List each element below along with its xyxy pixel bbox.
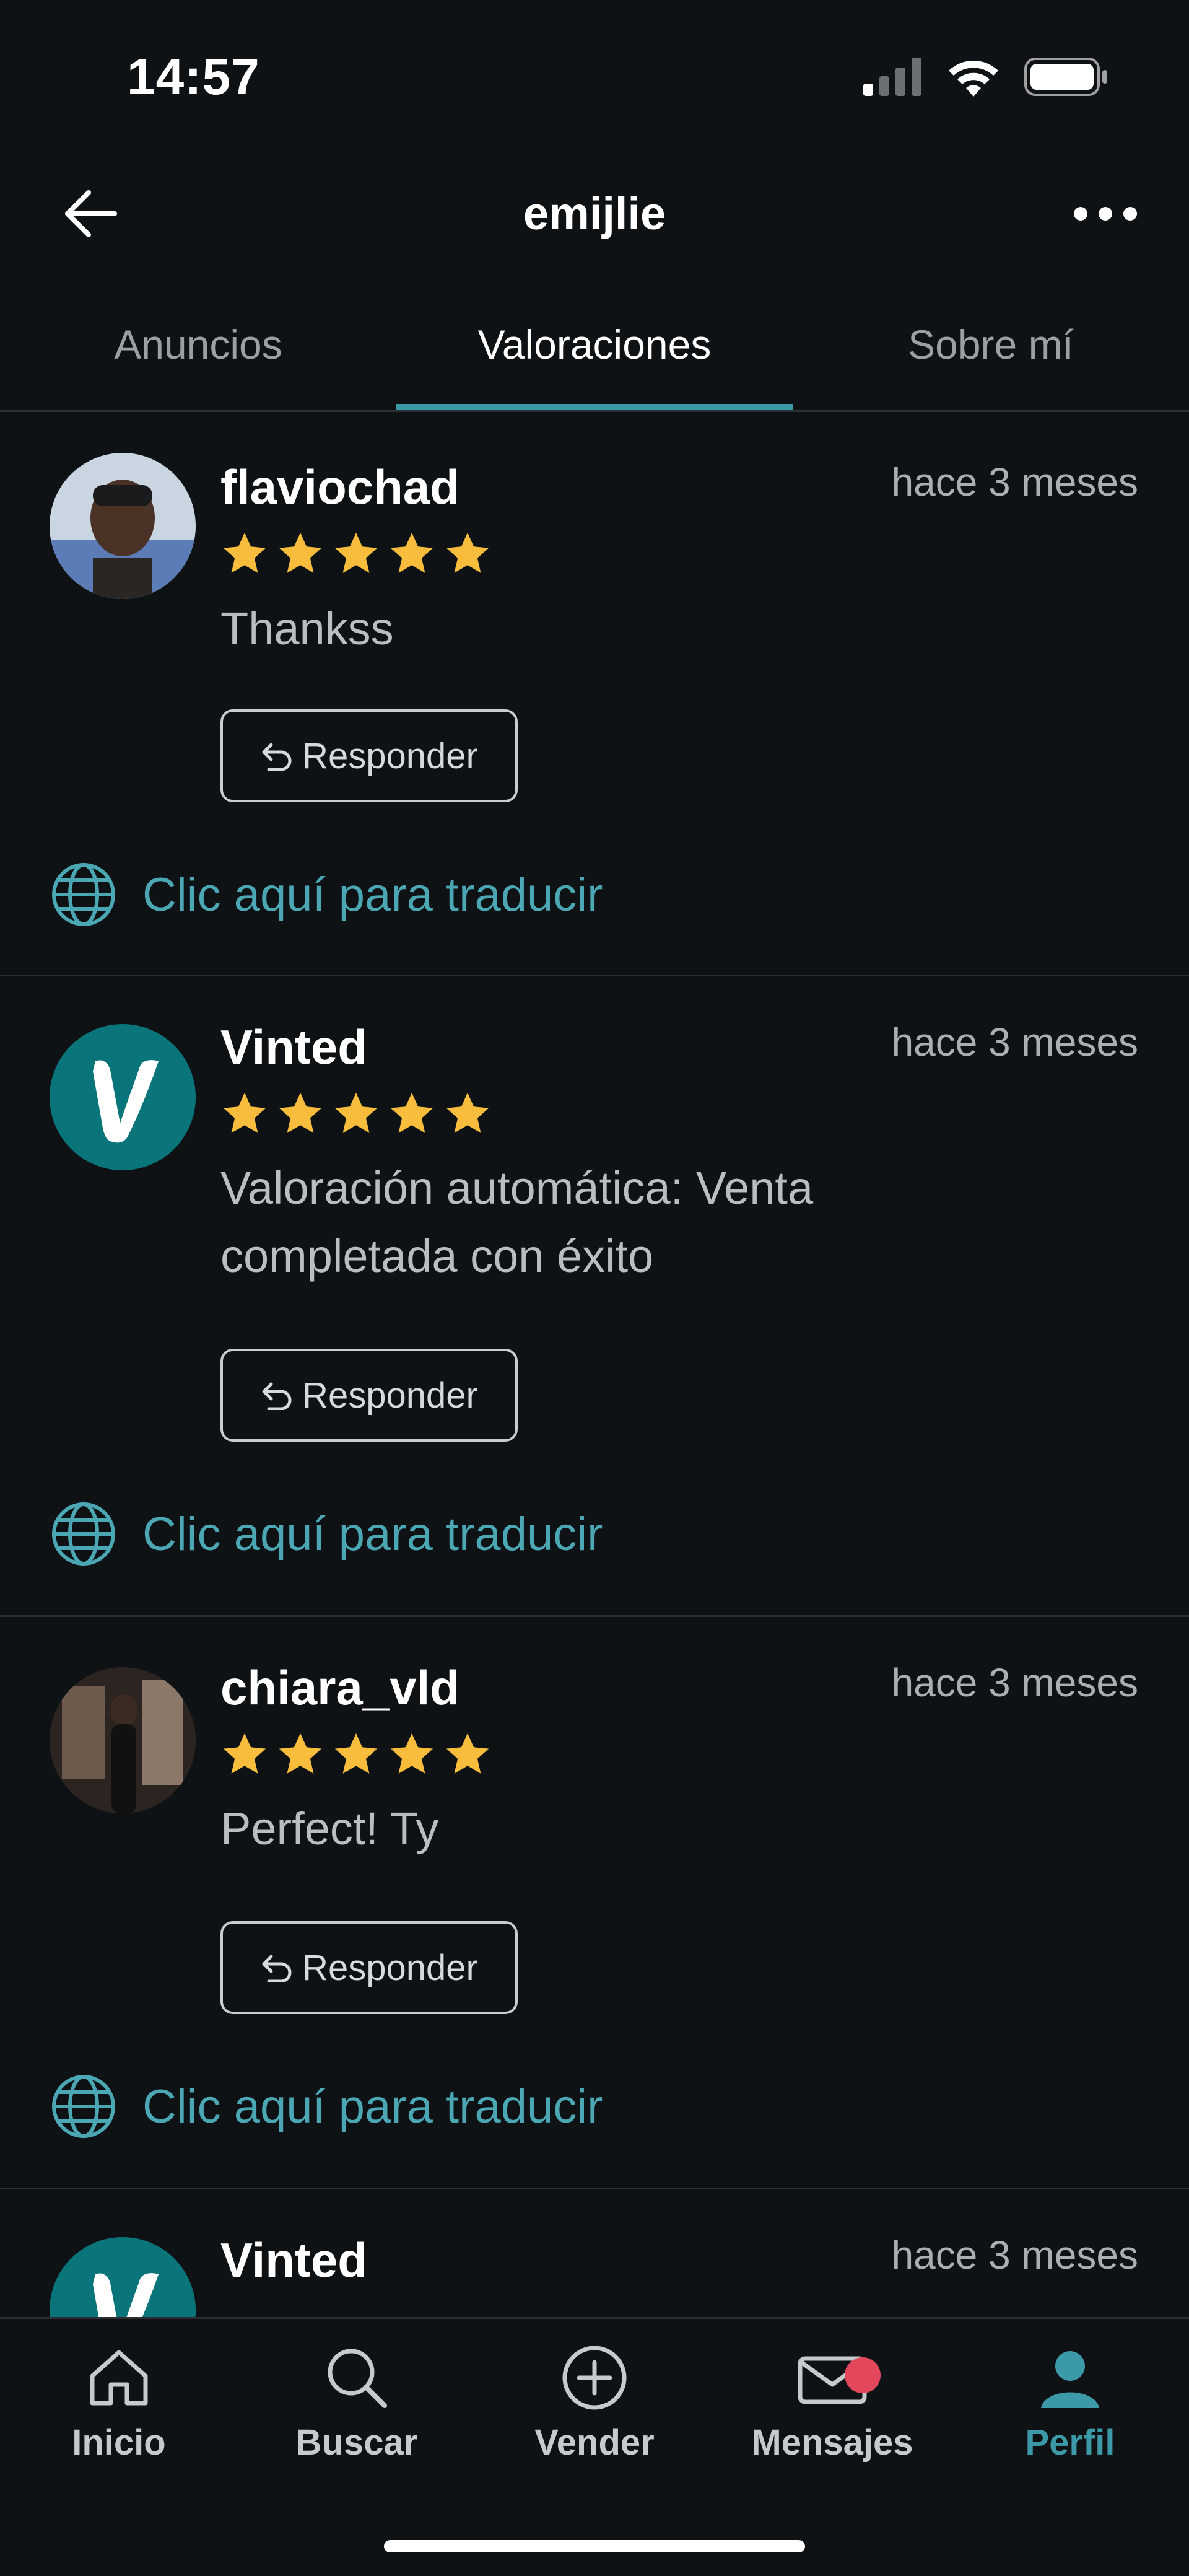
reply-label: Responder (302, 1947, 478, 1988)
translate-link[interactable]: Clic aquí para traducir (50, 861, 603, 929)
review-item: chiara_vld hace 3 meses Perfect! Ty Resp… (0, 1615, 1189, 2189)
globe-icon (52, 863, 115, 926)
star-icon (223, 1092, 266, 1133)
nav-vender[interactable]: Vender (476, 2344, 713, 2463)
nav-buscar-label: Buscar (295, 2422, 418, 2463)
translate-link[interactable]: Clic aquí para traducir (50, 2072, 603, 2140)
star-icon (223, 1733, 266, 1774)
star-icon (390, 1092, 433, 1133)
home-icon (90, 2350, 148, 2406)
search-icon (328, 2349, 387, 2408)
star-icon (279, 1092, 322, 1133)
reply-label: Responder (302, 735, 478, 776)
navigation-bar: emijlie (0, 155, 1189, 279)
star-icon (390, 1733, 433, 1774)
signal-icon (863, 58, 921, 96)
review-comment: Thankss (220, 603, 394, 654)
reply-button[interactable]: Responder (220, 1349, 518, 1442)
wifi-icon (949, 61, 998, 97)
nav-inicio[interactable]: Inicio (0, 2344, 238, 2463)
reply-icon (262, 1955, 292, 1982)
review-item: Vinted hace 3 meses Valoración automátic… (0, 975, 1189, 1617)
reply-button[interactable]: Responder (220, 709, 518, 802)
battery-icon (1024, 58, 1107, 96)
nav-mensajes-label: Mensajes (751, 2422, 913, 2463)
review-date: hace 3 meses (891, 460, 1138, 504)
star-rating (220, 1090, 492, 1138)
reply-label: Responder (302, 1375, 478, 1416)
review-date: hace 3 meses (891, 1020, 1138, 1064)
translate-label: Clic aquí para traducir (142, 2080, 603, 2133)
star-icon (223, 532, 266, 573)
vinted-logo-icon (93, 1060, 159, 1143)
globe-icon (52, 2075, 115, 2138)
globe-icon (52, 1502, 115, 1566)
star-icon (279, 1733, 322, 1774)
nav-vender-label: Vender (534, 2422, 655, 2463)
review-date: hace 3 meses (891, 1660, 1138, 1705)
avatar[interactable] (50, 453, 196, 599)
translate-label: Clic aquí para traducir (142, 868, 603, 921)
notification-badge (845, 2357, 881, 2393)
review-username[interactable]: Vinted (220, 1019, 367, 1076)
bottom-navigation: Inicio Buscar Vender Mensajes Perfil (0, 2317, 1189, 2576)
user-photo-icon (50, 1667, 196, 1813)
reply-icon (262, 1382, 292, 1410)
reply-button[interactable]: Responder (220, 1921, 518, 2014)
user-photo-icon (50, 453, 196, 599)
star-icon (334, 1092, 378, 1133)
star-icon (279, 532, 322, 573)
review-username[interactable]: chiara_vld (220, 1660, 459, 1716)
review-comment: Valoración automática: Venta completada … (220, 1162, 814, 1282)
status-icons (863, 57, 1108, 97)
vinted-logo-icon (93, 2273, 159, 2317)
star-icon (446, 532, 489, 573)
tab-sobre-mi[interactable]: Sobre mí (793, 279, 1189, 410)
tab-valoraciones[interactable]: Valoraciones (396, 279, 793, 410)
plus-circle-icon (562, 2346, 627, 2410)
star-rating (220, 1730, 492, 1779)
avatar[interactable] (50, 1024, 196, 1170)
profile-icon (1041, 2351, 1099, 2408)
translate-label: Clic aquí para traducir (142, 1507, 603, 1561)
review-item: Vinted hace 3 meses (0, 2188, 1189, 2317)
nav-inicio-label: Inicio (72, 2422, 166, 2463)
status-bar: 14:57 (0, 0, 1189, 155)
reply-icon (262, 743, 292, 771)
profile-tabs: Anuncios Valoraciones Sobre mí (0, 279, 1189, 412)
page-title: emijlie (523, 188, 666, 239)
review-item: flaviochad hace 3 meses Thankss Responde… (0, 412, 1189, 976)
avatar[interactable] (50, 1667, 196, 1813)
more-horizontal-icon (1074, 207, 1137, 221)
avatar[interactable] (50, 2237, 196, 2317)
active-tab-indicator (396, 404, 793, 410)
review-username[interactable]: Vinted (220, 2232, 367, 2289)
star-icon (334, 1733, 378, 1774)
star-icon (446, 1092, 489, 1133)
star-icon (390, 532, 433, 573)
more-options-button[interactable] (1065, 180, 1146, 248)
review-comment: Perfect! Ty (220, 1803, 439, 1854)
star-icon (334, 532, 378, 573)
review-date: hace 3 meses (891, 2233, 1138, 2277)
translate-link[interactable]: Clic aquí para traducir (50, 1500, 603, 1568)
nav-perfil[interactable]: Perfil (951, 2344, 1189, 2463)
nav-perfil-label: Perfil (1025, 2422, 1115, 2463)
nav-buscar[interactable]: Buscar (238, 2344, 476, 2463)
star-rating (220, 530, 492, 578)
tab-anuncios[interactable]: Anuncios (0, 279, 396, 410)
nav-mensajes[interactable]: Mensajes (713, 2344, 951, 2463)
star-icon (446, 1733, 489, 1774)
status-time: 14:57 (127, 49, 260, 105)
home-indicator[interactable] (384, 2540, 805, 2552)
review-username[interactable]: flaviochad (220, 459, 459, 515)
